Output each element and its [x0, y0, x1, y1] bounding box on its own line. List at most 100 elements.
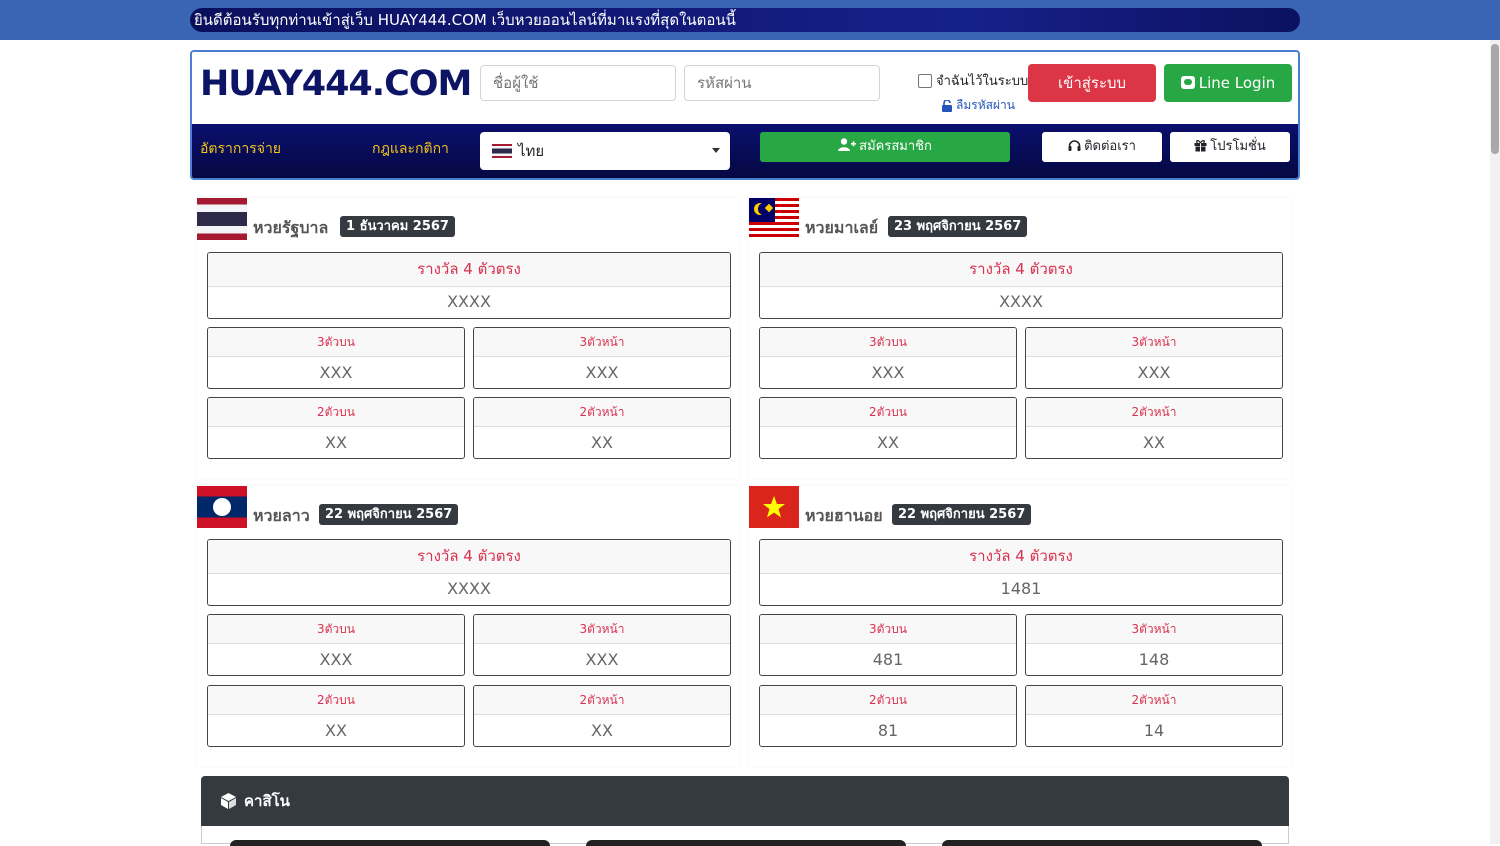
top3-value: XXX [319, 650, 353, 669]
lock-icon [942, 99, 952, 112]
login-button[interactable]: เข้าสู่ระบบ [1028, 64, 1156, 102]
front3-value: XXX [585, 650, 619, 669]
header-nav: อัตราการจ่าย กฎและกติกา ไทย สมัครสมาชิก … [192, 124, 1298, 178]
lottery-name: หวยฮานอย [805, 506, 883, 525]
promotion-button[interactable]: โปรโมชั่น [1170, 132, 1290, 162]
first-prize-label: รางวัล 4 ตัวตรง [208, 540, 730, 574]
top2-value: XX [877, 433, 899, 452]
page-scrollbar[interactable] [1490, 40, 1500, 844]
top2-box: 2ตัวบน XX [759, 397, 1017, 459]
remember-checkbox[interactable] [918, 73, 932, 88]
first-prize-value: XXXX [999, 292, 1043, 311]
top3-value: XXX [319, 363, 353, 382]
lottery-card-malaysia: หวยมาเลย์ 23 พฤศจิกายน 2567 รางวัล 4 ตัว… [749, 198, 1291, 478]
front3-label: 3ตัวหน้า [1026, 328, 1282, 357]
draw-date-badge: 23 พฤศจิกายน 2567 [888, 216, 1028, 237]
header-login-bar: HUAY444.COM จำฉันไว้ในระบบ ลืมรหัสผ่าน เ… [192, 52, 1298, 124]
lottery-card-laos: หวยลาว 22 พฤศจิกายน 2567 รางวัล 4 ตัวตรง… [197, 486, 739, 766]
top2-value: 81 [877, 721, 899, 740]
nav-rules[interactable]: กฎและกติกา [372, 138, 449, 160]
top3-value: 481 [872, 650, 904, 669]
lottery-name: หวยลาว [253, 506, 310, 525]
draw-date-badge: 22 พฤศจิกายน 2567 [319, 504, 459, 525]
front2-label: 2ตัวหน้า [1026, 686, 1282, 715]
first-prize-box: รางวัล 4 ตัวตรง XXXX [207, 252, 731, 319]
top3-label: 3ตัวบน [208, 328, 464, 357]
scrollbar-thumb[interactable] [1491, 44, 1499, 154]
draw-date-badge: 1 ธันวาคม 2567 [340, 216, 455, 237]
welcome-marquee: ยินดีต้อนรับทุกท่านเข้าสู่เว็บ HUAY444.C… [190, 8, 1300, 32]
first-prize-box: รางวัล 4 ตัวตรง XXXX [207, 539, 731, 606]
top3-box: 3ตัวบน XXX [207, 614, 465, 676]
first-prize-value: XXXX [447, 292, 491, 311]
front2-value: 14 [1143, 721, 1165, 740]
front2-value: XX [1143, 433, 1165, 452]
front2-box: 2ตัวหน้า XX [473, 397, 731, 459]
register-label: สมัครสมาชิก [859, 139, 932, 154]
user-plus-icon [838, 138, 857, 151]
front2-box: 2ตัวหน้า 14 [1025, 685, 1283, 747]
casino-game-thumb[interactable] [586, 840, 906, 846]
casino-game-thumb[interactable] [942, 840, 1262, 846]
top2-box: 2ตัวบน XX [207, 685, 465, 747]
top2-box: 2ตัวบน XX [207, 397, 465, 459]
front3-box: 3ตัวหน้า XXX [473, 614, 731, 676]
front2-value: XX [591, 433, 613, 452]
line-icon [1180, 76, 1195, 89]
front2-value: XX [591, 721, 613, 740]
remember-label: จำฉันไว้ในระบบ [936, 74, 1029, 89]
front3-box: 3ตัวหน้า XXX [1025, 327, 1283, 389]
thailand-flag-icon [197, 198, 247, 240]
first-prize-label: รางวัล 4 ตัวตรง [208, 253, 730, 287]
remember-me[interactable]: จำฉันไว้ในระบบ [918, 70, 1028, 91]
malaysia-flag-icon [749, 198, 799, 240]
front2-box: 2ตัวหน้า XX [473, 685, 731, 747]
casino-section: คาสิโน [201, 776, 1289, 846]
line-login-button[interactable]: Line Login [1164, 64, 1292, 102]
username-input[interactable] [480, 65, 676, 101]
lottery-card-thai: หวยรัฐบาล 1 ธันวาคม 2567 รางวัล 4 ตัวตรง… [197, 198, 739, 478]
front3-value: XXX [1137, 363, 1171, 382]
front3-label: 3ตัวหน้า [474, 328, 730, 357]
forgot-password-link[interactable]: ลืมรหัสผ่าน [942, 96, 1015, 115]
line-login-label: Line Login [1198, 74, 1276, 92]
top2-value: XX [325, 433, 347, 452]
casino-game-thumb[interactable] [230, 840, 550, 846]
first-prize-label: รางวัล 4 ตัวตรง [760, 253, 1282, 287]
top2-box: 2ตัวบน 81 [759, 685, 1017, 747]
language-label: ไทย [518, 142, 545, 160]
chevron-down-icon [712, 148, 720, 153]
register-button[interactable]: สมัครสมาชิก [760, 132, 1010, 162]
headset-icon [1068, 140, 1081, 151]
contact-button[interactable]: ติดต่อเรา [1042, 132, 1162, 162]
first-prize-box: รางวัล 4 ตัวตรง 1481 [759, 539, 1283, 606]
top2-label: 2ตัวบน [760, 686, 1016, 715]
top-banner: ยินดีต้อนรับทุกท่านเข้าสู่เว็บ HUAY444.C… [0, 0, 1500, 40]
first-prize-label: รางวัล 4 ตัวตรง [760, 540, 1282, 574]
nav-payout-rates[interactable]: อัตราการจ่าย [200, 138, 281, 160]
front3-box: 3ตัวหน้า 148 [1025, 614, 1283, 676]
front2-box: 2ตัวหน้า XX [1025, 397, 1283, 459]
vietnam-flag-icon [749, 486, 799, 528]
draw-date-badge: 22 พฤศจิกายน 2567 [892, 504, 1032, 525]
front3-label: 3ตัวหน้า [474, 615, 730, 644]
top3-box: 3ตัวบน XXX [207, 327, 465, 389]
site-logo[interactable]: HUAY444.COM [200, 64, 472, 104]
cube-icon [221, 793, 236, 809]
laos-flag-icon [197, 486, 247, 528]
first-prize-value: 1481 [1000, 579, 1042, 598]
top3-label: 3ตัวบน [208, 615, 464, 644]
first-prize-value: XXXX [447, 579, 491, 598]
password-input[interactable] [684, 65, 880, 101]
gift-icon [1194, 140, 1207, 152]
front2-label: 2ตัวหน้า [474, 686, 730, 715]
language-select[interactable]: ไทย [480, 132, 730, 170]
lottery-name: หวยรัฐบาล [253, 218, 329, 237]
top2-label: 2ตัวบน [760, 398, 1016, 427]
front3-value: 148 [1138, 650, 1170, 669]
front3-label: 3ตัวหน้า [1026, 615, 1282, 644]
top3-label: 3ตัวบน [760, 615, 1016, 644]
top3-box: 3ตัวบน XXX [759, 327, 1017, 389]
first-prize-box: รางวัล 4 ตัวตรง XXXX [759, 252, 1283, 319]
lottery-name: หวยมาเลย์ [805, 218, 879, 237]
